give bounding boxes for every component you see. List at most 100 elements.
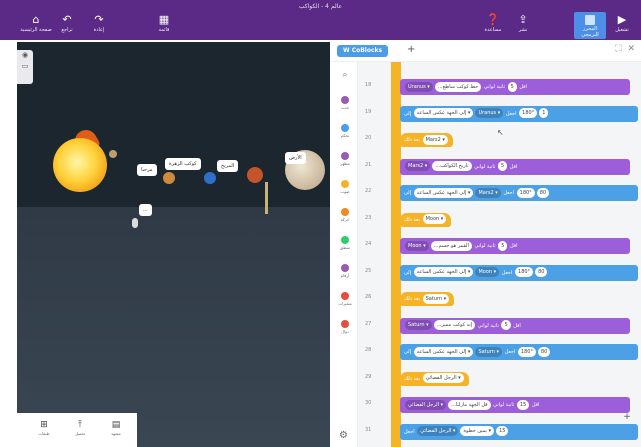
workspace-selector[interactable]: W CoBlocks (337, 45, 389, 57)
code-workspace[interactable]: + − 18Uranus ▾...خط كوكب ساطع اقل 5 ثاني… (358, 62, 641, 447)
code-line: 29 بعد ذلك الرجل الفضائي ▾ (358, 370, 641, 388)
home-button[interactable]: ⌂ صفحة الرئيسية (18, 14, 54, 38)
line-number: 31 (365, 426, 372, 433)
code-icon (585, 15, 595, 25)
share-label: نشر (518, 27, 528, 33)
scene-icon: ▤ (111, 420, 121, 430)
venus-object[interactable] (163, 172, 175, 184)
move-block[interactable]: اجعل Saturn ▾إلى الجهة عكس الساعة ▾ إلى … (400, 344, 638, 360)
say-block[interactable]: Moon ▾ ...القمر هو جسم اقل 5 ثانية لواني (400, 238, 630, 254)
move-block[interactable]: اجعل الرجل الفضائي ▾ يمين خطوة ▾ 15 (400, 423, 638, 440)
astronaut-object[interactable] (132, 218, 138, 228)
category-math[interactable]: أرقام (335, 264, 355, 278)
upload-button[interactable]: ⤒ تحميل (65, 419, 95, 436)
duration-value: 5 (501, 320, 511, 330)
mars-object[interactable] (247, 167, 263, 183)
event-hat-block[interactable]: بعد ذلك Moon ▾ (400, 212, 452, 227)
hat-label: بعد ذلك (404, 296, 422, 302)
fullscreen-icon[interactable]: ⛶ (615, 44, 621, 54)
category-label: صوت (340, 189, 350, 194)
code-editor-button[interactable]: المحرر البرمجي (574, 12, 606, 39)
duration-value: 15 (516, 399, 530, 410)
play-button[interactable]: ▶ تشغيل (610, 14, 634, 38)
top-bar: عالم 4 - الكواكب ⌂ صفحة الرئيسية ↶ تراجع… (0, 0, 641, 40)
say-label: لواني (483, 84, 495, 90)
play-icon: ▶ (617, 13, 627, 26)
category-label: مظهر (340, 161, 350, 166)
line-number: 29 (365, 373, 372, 380)
search-icon[interactable]: ⌕ (335, 70, 355, 80)
direction-dropdown: إلى الجهة عكس الساعة ▾ (413, 187, 474, 198)
line-number: 24 (365, 241, 372, 247)
category-control[interactable]: تحكم (335, 124, 355, 138)
direction-dropdown: إلى الجهة عكس الساعة ▾ (413, 108, 474, 118)
functions-icon (341, 320, 349, 328)
add-workspace-button[interactable]: + (407, 44, 415, 55)
upload-icon: ⤒ (78, 420, 82, 430)
code-line: 30 الرجل الفضائي ▾ ...قل الجهة مازلنا اقل … (358, 396, 641, 414)
category-label: منطق (340, 245, 350, 250)
category-functions[interactable]: دوال (335, 320, 355, 334)
category-events[interactable]: حدث (335, 96, 355, 110)
undo-button[interactable]: ↶ تراجع (56, 14, 78, 38)
category-label: دوال (341, 329, 349, 334)
help-button[interactable]: ❓ مساعدة (480, 14, 506, 38)
move-block[interactable]: اجعل Uranus ▾إلى الجهة عكس الساعة ▾ إلى … (400, 105, 638, 122)
hat-label: بعد ذلك (404, 375, 422, 382)
category-logic[interactable]: منطق (335, 236, 355, 250)
layers-button[interactable]: ⊞ طبقات (29, 419, 59, 436)
category-variables[interactable]: متغيرات (335, 292, 355, 306)
settings-gear-icon[interactable]: ⚙ (339, 430, 348, 441)
object-dropdown: Saturn ▾ (475, 346, 503, 357)
object-dropdown: الرجل الفضائي ▾ (405, 399, 447, 410)
say-block[interactable]: الرجل الفضائي ▾ ...قل الجهة مازلنا اقل 15… (400, 397, 630, 413)
line-number: 18 (365, 82, 372, 88)
menu-button[interactable]: ▦ قائمة (152, 14, 176, 38)
category-sound[interactable]: صوت (335, 180, 355, 194)
looks-icon (341, 152, 349, 160)
category-motion[interactable]: حركة (335, 208, 355, 222)
scene-viewport[interactable]: ◉ ▭ ... كوكب الزهرة المريخ الأرض مرحبا (17, 42, 330, 447)
variables-icon (341, 292, 349, 300)
earth-object[interactable] (204, 172, 216, 184)
say-text: ...القمر هو جسم (430, 240, 472, 251)
say-block[interactable]: Saturn ▾ ...إنه كوكب مميز اقل 5 ثانية لوا… (400, 317, 630, 334)
category-looks[interactable]: مظهر (335, 152, 355, 166)
move-block[interactable]: اجعل Moon ▾إلى الجهة عكس الساعة ▾ إلى 18… (400, 264, 638, 281)
say-block[interactable]: Uranus ▾ ...خط كوكب ساطع اقل 5 ثانية لوان… (400, 79, 630, 95)
redo-button[interactable]: ↷ إعادة (88, 14, 110, 38)
object-dropdown: Uranus ▾ (405, 81, 433, 92)
line-number: 23 (365, 214, 372, 221)
view-icon[interactable]: ▭ (17, 61, 33, 72)
camera-icon[interactable]: ◉ (17, 50, 33, 61)
line-number: 22 (365, 188, 372, 194)
say-text: ...خط كوكب ساطع (434, 81, 482, 92)
undo-label: تراجع (61, 27, 73, 33)
object-dropdown: Moon ▾ (475, 267, 500, 277)
event-hat-block[interactable]: بعد ذلك Mars2 ▾ (400, 133, 453, 147)
scene-button[interactable]: ▤ مشهد (101, 419, 131, 436)
say-block[interactable]: Mars2 ▾ ...تاريخ الكواكب اقل 5 ثانية لوان… (400, 158, 630, 175)
scene-label: مشهد (111, 431, 121, 436)
move-block[interactable]: اجعل Mars2 ▾إلى الجهة عكس الساعة ▾ إلى 1… (400, 185, 638, 201)
ground-plane (17, 207, 330, 447)
mercury-object[interactable] (109, 150, 117, 158)
share-button[interactable]: ⇪ نشر (512, 14, 534, 38)
document-title: عالم 4 - الكواكب (298, 3, 343, 10)
amount-value: 80 (535, 267, 548, 277)
share-icon: ⇪ (518, 13, 528, 26)
say-label: لواني (474, 163, 486, 170)
upload-label: تحميل (74, 431, 86, 436)
degrees-value: 180° (517, 346, 536, 357)
code-line: 25 اجعل Moon ▾إلى الجهة عكس الساعة ▾ إلى … (358, 264, 641, 282)
turn-label: اجعل (501, 190, 515, 196)
menu-label: قائمة (158, 27, 170, 33)
camera-toolbar[interactable]: ◉ ▭ (17, 50, 33, 84)
event-hat-block[interactable]: بعد ذلك Saturn ▾ (400, 292, 455, 306)
event-hat-block[interactable]: بعد ذلك الرجل الفضائي ▾ (400, 371, 469, 386)
code-line: 26 بعد ذلك Saturn ▾ (358, 290, 641, 308)
motion-icon (341, 208, 349, 216)
sun-object[interactable] (53, 138, 107, 192)
signpost (265, 182, 268, 214)
close-icon[interactable]: ✕ (627, 44, 635, 54)
